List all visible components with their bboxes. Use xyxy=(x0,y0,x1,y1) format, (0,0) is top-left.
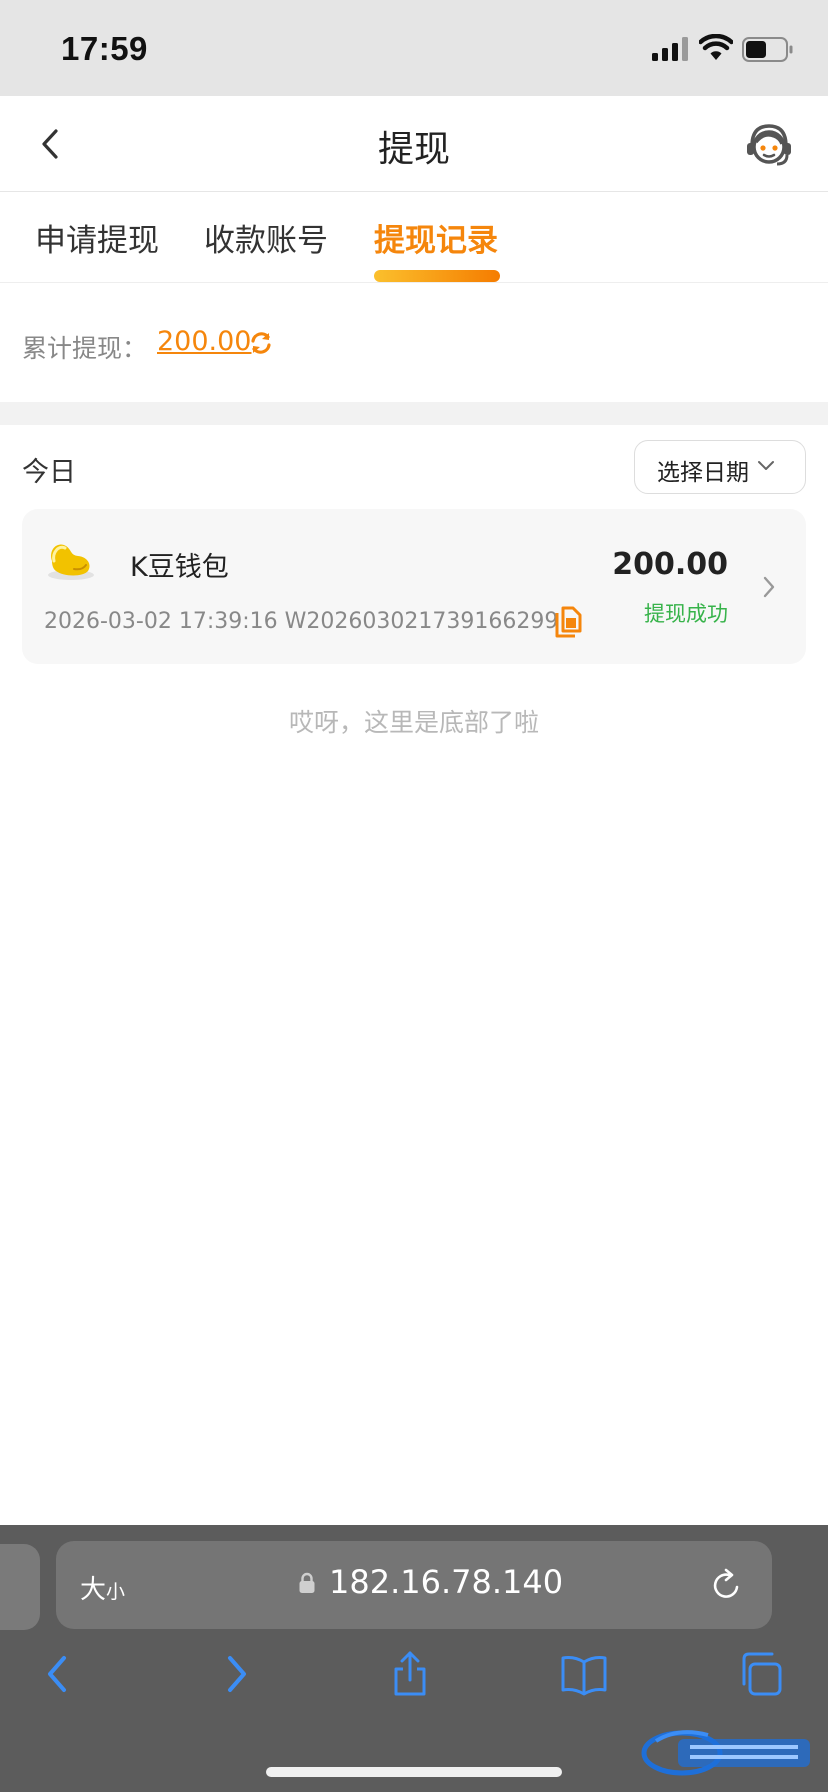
total-withdrawn-value[interactable]: 200.00 xyxy=(157,326,251,357)
cellular-signal-icon xyxy=(652,37,688,61)
tabs-icon[interactable] xyxy=(738,1650,784,1698)
record-time: 2026-03-02 17:39:16 xyxy=(44,609,278,634)
order-number: W202603021739166299 xyxy=(284,609,559,634)
status-time: 17:59 xyxy=(61,30,148,67)
copy-icon[interactable] xyxy=(553,605,583,639)
date-picker-button[interactable]: 选择日期 xyxy=(634,440,806,494)
date-picker-label: 选择日期 xyxy=(657,460,749,486)
record-meta: 2026-03-02 17:39:16 W202603021739166299 xyxy=(44,609,558,634)
watermark-logo xyxy=(641,1730,810,1776)
text-size-button[interactable]: 大小 xyxy=(80,1569,125,1606)
forward-arrow-icon[interactable] xyxy=(214,1650,258,1698)
section-divider xyxy=(0,402,828,425)
browser-toolbar: 大小 182.16.78.140 xyxy=(0,1525,828,1792)
total-withdrawn-label: 累计提现： xyxy=(22,334,148,363)
active-tab-indicator xyxy=(374,270,500,282)
customer-service-icon[interactable] xyxy=(744,118,794,170)
wallet-name: K豆钱包 xyxy=(130,552,229,583)
text-size-large: 大 xyxy=(80,1575,107,1605)
back-arrow-icon[interactable] xyxy=(36,1650,80,1698)
day-group-label: 今日 xyxy=(22,457,76,488)
wifi-icon xyxy=(699,34,733,60)
address-bar[interactable]: 大小 182.16.78.140 xyxy=(56,1541,772,1629)
tab-withdraw-records[interactable]: 提现记录 xyxy=(374,215,498,260)
record-status: 提现成功 xyxy=(644,602,728,626)
url-text: 182.16.78.140 xyxy=(329,1563,564,1601)
chevron-down-icon xyxy=(758,461,774,470)
end-of-list-message: 哎呀，这里是底部了啦 xyxy=(288,708,539,737)
bookmarks-icon[interactable] xyxy=(560,1650,608,1698)
refresh-icon[interactable] xyxy=(248,330,274,356)
lock-icon xyxy=(299,1572,315,1593)
tab-apply-withdraw[interactable]: 申请提现 xyxy=(35,215,159,260)
record-amount: 200.00 xyxy=(612,547,728,582)
tab-bar: 申请提现 收款账号 提现记录 xyxy=(0,193,828,283)
withdraw-record-card[interactable]: K豆钱包 2026-03-02 17:39:16 W20260302173916… xyxy=(22,509,806,664)
page-title: 提现 xyxy=(377,129,450,170)
tab-payee-accounts[interactable]: 收款账号 xyxy=(204,215,328,260)
status-bar: 17:59 xyxy=(0,0,828,96)
chevron-right-icon xyxy=(763,576,775,598)
nav-header: 提现 xyxy=(0,96,828,192)
text-size-small: 小 xyxy=(106,1581,126,1603)
total-withdrawn-row: 累计提现： 200.00 xyxy=(0,284,828,402)
previous-tab-peek[interactable] xyxy=(0,1544,40,1630)
reload-icon[interactable] xyxy=(710,1567,744,1603)
bean-icon xyxy=(48,544,94,580)
share-icon[interactable] xyxy=(388,1650,432,1698)
battery-icon xyxy=(742,37,793,62)
home-indicator xyxy=(266,1767,562,1777)
